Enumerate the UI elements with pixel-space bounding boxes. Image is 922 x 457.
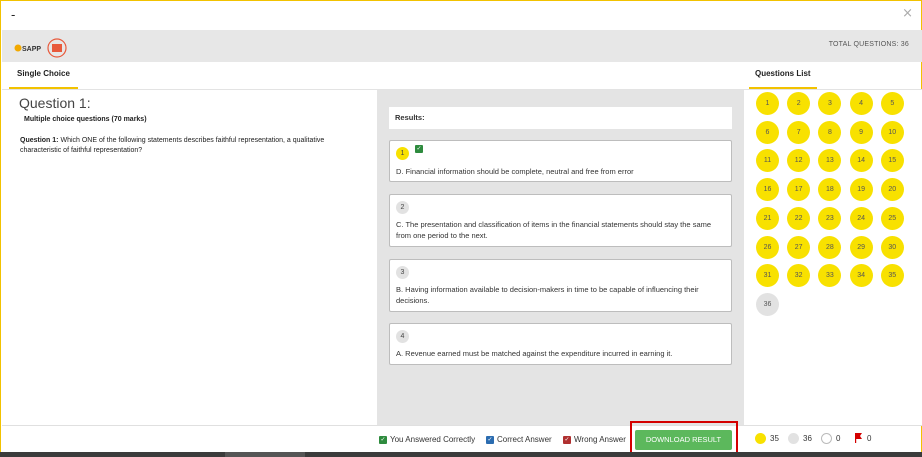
flag-icon bbox=[855, 433, 862, 443]
header-bar bbox=[2, 30, 922, 62]
question-number-13[interactable]: 13 bbox=[818, 149, 842, 173]
legend-wrong-answer: ✓ Wrong Answer bbox=[563, 435, 626, 444]
stat-total: 36 bbox=[788, 433, 812, 444]
question-number-16[interactable]: 16 bbox=[756, 178, 779, 202]
window-title: - bbox=[11, 7, 16, 22]
question-number-26[interactable]: 26 bbox=[756, 235, 779, 259]
question-number-27[interactable]: 27 bbox=[787, 235, 811, 259]
question-number-18[interactable]: 18 bbox=[818, 178, 842, 202]
question-number-6[interactable]: 6 bbox=[756, 120, 779, 144]
sapp-logo: SAPP bbox=[14, 38, 67, 58]
legend-correct-answer-label: Correct Answer bbox=[497, 435, 552, 444]
question-number-14[interactable]: 14 bbox=[849, 149, 873, 173]
taskbar-strip bbox=[0, 452, 922, 457]
results-heading: Results: bbox=[389, 107, 732, 129]
question-text: Question 1: Which ONE of the following s… bbox=[20, 136, 365, 156]
question-number-19[interactable]: 19 bbox=[849, 178, 873, 202]
question-label: Question 1: bbox=[20, 137, 59, 144]
answer-option[interactable]: 2 C. The presentation and classification… bbox=[389, 194, 732, 247]
option-text: A. Revenue earned must be matched agains… bbox=[396, 349, 673, 358]
tab-questions-list[interactable]: Questions List bbox=[749, 65, 817, 89]
question-number-24[interactable]: 24 bbox=[849, 206, 873, 230]
question-number-36[interactable]: 36 bbox=[756, 292, 779, 316]
stat-flagged-count: 0 bbox=[867, 433, 872, 443]
question-number-4[interactable]: 4 bbox=[849, 92, 873, 115]
tab-single-choice[interactable]: Single Choice bbox=[9, 65, 78, 89]
question-title: Question 1: bbox=[19, 95, 91, 111]
question-number-12[interactable]: 12 bbox=[787, 149, 811, 173]
question-number-8[interactable]: 8 bbox=[818, 120, 842, 144]
question-panel: Question 1: Multiple choice questions (7… bbox=[9, 90, 377, 425]
answer-option[interactable]: 3 B. Having information available to dec… bbox=[389, 259, 732, 312]
question-number-32[interactable]: 32 bbox=[787, 264, 811, 288]
option-text: D. Financial information should be compl… bbox=[396, 167, 634, 176]
question-number-20[interactable]: 20 bbox=[880, 178, 904, 202]
question-section: Multiple choice questions (70 marks) bbox=[24, 116, 147, 123]
option-number: 4 bbox=[396, 330, 409, 343]
check-icon: ✓ bbox=[415, 145, 423, 153]
question-number-31[interactable]: 31 bbox=[756, 264, 779, 288]
results-panel: Results: 1 ✓ D. Financial information sh… bbox=[377, 90, 744, 425]
question-number-1[interactable]: 1 bbox=[756, 92, 779, 115]
legend-wrong-answer-label: Wrong Answer bbox=[574, 435, 626, 444]
option-number: 1 bbox=[396, 147, 409, 160]
question-number-23[interactable]: 23 bbox=[818, 206, 842, 230]
question-number-35[interactable]: 35 bbox=[880, 264, 904, 288]
question-body: Which ONE of the following statements de… bbox=[20, 137, 325, 154]
question-number-25[interactable]: 25 bbox=[880, 206, 904, 230]
answer-option[interactable]: 1 ✓ D. Financial information should be c… bbox=[389, 140, 732, 182]
question-number-22[interactable]: 22 bbox=[787, 206, 811, 230]
stat-answered-count: 35 bbox=[770, 434, 779, 443]
check-icon: ✓ bbox=[563, 435, 571, 444]
option-number: 3 bbox=[396, 266, 409, 279]
answer-option[interactable]: 4 A. Revenue earned must be matched agai… bbox=[389, 323, 732, 365]
check-icon: ✓ bbox=[379, 435, 387, 444]
question-number-15[interactable]: 15 bbox=[880, 149, 904, 173]
question-number-30[interactable]: 30 bbox=[880, 235, 904, 259]
question-number-17[interactable]: 17 bbox=[787, 178, 811, 202]
close-icon[interactable]: × bbox=[902, 6, 913, 21]
empty-dot-icon bbox=[821, 433, 832, 444]
check-icon: ✓ bbox=[486, 435, 494, 444]
question-number-9[interactable]: 9 bbox=[849, 120, 873, 144]
total-questions: TOTAL QUESTIONS: 36 bbox=[828, 41, 909, 48]
download-result-button[interactable]: DOWNLOAD RESULT bbox=[635, 430, 732, 450]
stat-answered: 35 bbox=[755, 433, 779, 444]
question-number-5[interactable]: 5 bbox=[880, 92, 904, 115]
footer-divider bbox=[2, 425, 922, 426]
question-number-34[interactable]: 34 bbox=[849, 264, 873, 288]
stat-total-count: 36 bbox=[803, 434, 812, 443]
question-number-33[interactable]: 33 bbox=[818, 264, 842, 288]
stat-unanswered: 0 bbox=[821, 433, 840, 444]
question-number-2[interactable]: 2 bbox=[787, 92, 811, 115]
legend-answered-correctly-label: You Answered Correctly bbox=[390, 435, 476, 444]
question-number-28[interactable]: 28 bbox=[818, 235, 842, 259]
option-number: 2 bbox=[396, 201, 409, 214]
answered-dot-icon bbox=[755, 433, 766, 444]
svg-text:SAPP: SAPP bbox=[22, 46, 41, 53]
questions-list-panel: 1 2 3 4 5 6 7 8 9 10 11 12 13 14 15 16 17 18 19 20 21 22 23 24 2… bbox=[744, 90, 922, 425]
question-number-29[interactable]: 29 bbox=[849, 235, 873, 259]
legend-correct-answer: ✓ Correct Answer bbox=[486, 435, 552, 444]
option-text: C. The presentation and classification o… bbox=[396, 220, 712, 240]
question-number-11[interactable]: 11 bbox=[756, 149, 779, 173]
question-number-21[interactable]: 21 bbox=[756, 206, 779, 230]
stat-unanswered-count: 0 bbox=[836, 434, 841, 443]
question-number-3[interactable]: 3 bbox=[818, 92, 842, 115]
taskbar-segment bbox=[225, 452, 305, 457]
option-text: B. Having information available to decis… bbox=[396, 285, 699, 305]
legend-answered-correctly: ✓ You Answered Correctly bbox=[379, 435, 475, 444]
question-number-10[interactable]: 10 bbox=[880, 120, 904, 144]
question-number-7[interactable]: 7 bbox=[787, 120, 811, 144]
stat-flagged: 0 bbox=[854, 433, 871, 443]
unanswered-dot-icon bbox=[788, 433, 799, 444]
quiz-window: - × SAPP TOTAL QUESTIONS: 36 Single Choi… bbox=[0, 0, 922, 457]
